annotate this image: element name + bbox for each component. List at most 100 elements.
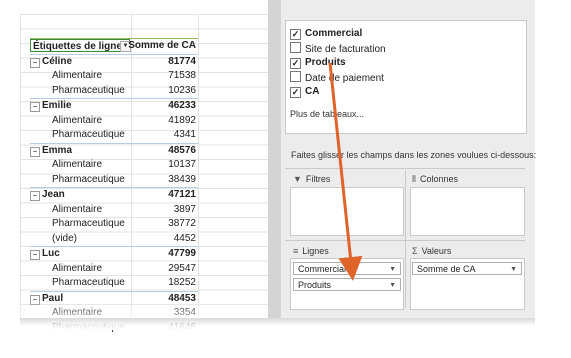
row-label-text: Alimentaire	[52, 70, 103, 81]
pivot-detail-row: Alimentaire 71538	[30, 69, 198, 84]
field-item[interactable]: ✓ CA	[290, 85, 319, 98]
row-label-text: Alimentaire	[52, 203, 103, 215]
dropdown-arrow-icon[interactable]: ▼	[389, 279, 396, 292]
pivot-detail-row: (vide) 4452	[30, 232, 198, 247]
row-value: 10137	[168, 159, 196, 170]
row-value: 46233	[168, 100, 196, 111]
field-label: CA	[305, 86, 320, 97]
pivot-group-row: − Emilie 46233	[30, 98, 198, 114]
row-label: − Jean	[30, 188, 65, 203]
columns-zone-title: ⦀ Colonnes	[412, 174, 458, 184]
checkbox[interactable]: ✓	[290, 58, 301, 69]
row-label-text: Pharmaceutique	[52, 218, 125, 229]
row-label-text: Alimentaire	[52, 114, 103, 126]
field-label: Commercial	[305, 28, 363, 39]
checkbox[interactable]	[290, 41, 301, 53]
field-item[interactable]: Site de facturation	[290, 41, 386, 55]
row-label: Pharmaceutique	[52, 84, 125, 99]
row-label: Pharmaceutique	[52, 173, 125, 188]
checkbox[interactable]	[290, 70, 301, 82]
pivot-group-row: − Jean 47121	[30, 187, 198, 203]
row-pill-commercial[interactable]: Commercial ▼	[293, 262, 401, 275]
row-label-text: Emma	[42, 144, 73, 156]
pivot-detail-row: Alimentaire 29547	[30, 262, 198, 277]
checkbox[interactable]: ✓	[290, 29, 301, 40]
pivot-group-row: − Céline 81774	[30, 53, 198, 70]
field-label: Site de facturation	[305, 43, 386, 55]
pivot-detail-row: Alimentaire 3897	[30, 203, 198, 218]
rows-icon: ≡	[293, 246, 299, 256]
row-value: 48576	[168, 144, 196, 156]
value-pill-sum-ca[interactable]: Somme de CA ▼	[412, 262, 522, 275]
row-value: 81774	[168, 55, 196, 67]
row-label-text: Luc	[42, 248, 60, 259]
pivot-rows: − Céline 81774 Alimentaire 71538 Pharmaceutiq…	[30, 53, 198, 336]
row-label: − Emilie	[30, 99, 71, 114]
row-label-text: Emilie	[42, 100, 72, 111]
field-label: Produits	[305, 57, 346, 68]
row-label-text: Céline	[42, 55, 73, 67]
row-value: 38439	[168, 173, 196, 185]
checkbox[interactable]: ✓	[290, 87, 301, 98]
pivot-detail-row: Pharmaceutique 10236	[30, 84, 198, 99]
row-labels-header[interactable]: Étiquettes de lignes	[30, 39, 130, 52]
pane-separator[interactable]	[268, 0, 281, 318]
filters-drop-zone[interactable]	[290, 187, 404, 236]
row-label: − Emma	[30, 144, 72, 159]
dropdown-arrow-icon[interactable]: ▼	[389, 263, 396, 276]
row-label-text: Pharmaceutique	[52, 173, 125, 185]
dropdown-arrow-icon[interactable]: ▼	[510, 263, 517, 276]
row-value: 47799	[168, 248, 196, 259]
pivot-header-row: Étiquettes de lignes ▼ Somme de CA	[30, 38, 198, 54]
collapse-icon[interactable]: −	[30, 250, 40, 260]
panel-shadow	[20, 318, 535, 326]
pivot-detail-row: Pharmaceutique 4341	[30, 128, 198, 143]
field-item[interactable]: ✓ Produits	[290, 56, 346, 69]
zone-divider	[285, 168, 525, 169]
filters-zone-title: ▼ Filtres	[293, 174, 331, 184]
pivot-detail-row: Pharmaceutique 38439	[30, 173, 198, 188]
row-value: 4341	[173, 129, 196, 140]
row-label-text: Pharmaceutique	[52, 277, 125, 288]
column-divider	[198, 14, 199, 318]
row-label: Alimentaire	[52, 69, 102, 84]
collapse-icon[interactable]: −	[30, 102, 40, 112]
row-label: − Luc	[30, 247, 60, 262]
row-label-text: (vide)	[52, 232, 78, 244]
row-label: Pharmaceutique	[52, 128, 125, 143]
drag-instructions: Faites glisser les champs dans les zones…	[291, 150, 537, 160]
row-pill-produits[interactable]: Produits ▼	[293, 278, 401, 291]
collapse-icon[interactable]: −	[30, 191, 40, 201]
field-item[interactable]: Date de paiement	[290, 70, 384, 84]
row-value: 4452	[173, 232, 196, 244]
row-label: Alimentaire	[52, 262, 102, 277]
row-value: 41892	[168, 114, 196, 126]
field-item[interactable]: ✓ Commercial	[290, 27, 362, 40]
sum-ca-header: Somme de CA	[128, 40, 196, 51]
collapse-icon[interactable]: −	[30, 146, 40, 157]
collapse-icon[interactable]: −	[30, 57, 40, 68]
row-value: 18252	[168, 277, 196, 288]
field-label: Date de paiement	[305, 72, 384, 84]
row-value: 10236	[168, 84, 196, 96]
values-zone-title: Σ Valeurs	[412, 246, 452, 256]
zone-vertical-divider	[405, 170, 406, 308]
field-list: ✓ Commercial Site de facturation ✓ Produits D…	[285, 20, 527, 134]
row-value: 29547	[168, 262, 196, 274]
filter-icon: ▼	[293, 174, 302, 184]
row-label-text: Alimentaire	[52, 159, 103, 170]
row-label-text: Pharmaceutique	[52, 84, 125, 96]
pivot-detail-row: Alimentaire 10137	[30, 158, 198, 173]
columns-drop-zone[interactable]	[410, 187, 525, 236]
row-label-text: Alimentaire	[52, 262, 103, 274]
row-value: 3897	[173, 203, 196, 215]
row-label-text: Jean	[42, 189, 65, 200]
columns-icon: ⦀	[412, 174, 416, 184]
row-label: (vide)	[52, 232, 77, 247]
row-value: 38772	[168, 218, 196, 229]
row-label: − Céline	[30, 55, 72, 70]
pivot-table: Étiquettes de lignes ▼ Somme de CA − Céli…	[30, 38, 198, 335]
row-label: Pharmaceutique	[52, 276, 125, 291]
more-tables-link[interactable]: Plus de tableaux...	[290, 109, 364, 119]
row-value: 47121	[168, 189, 196, 200]
